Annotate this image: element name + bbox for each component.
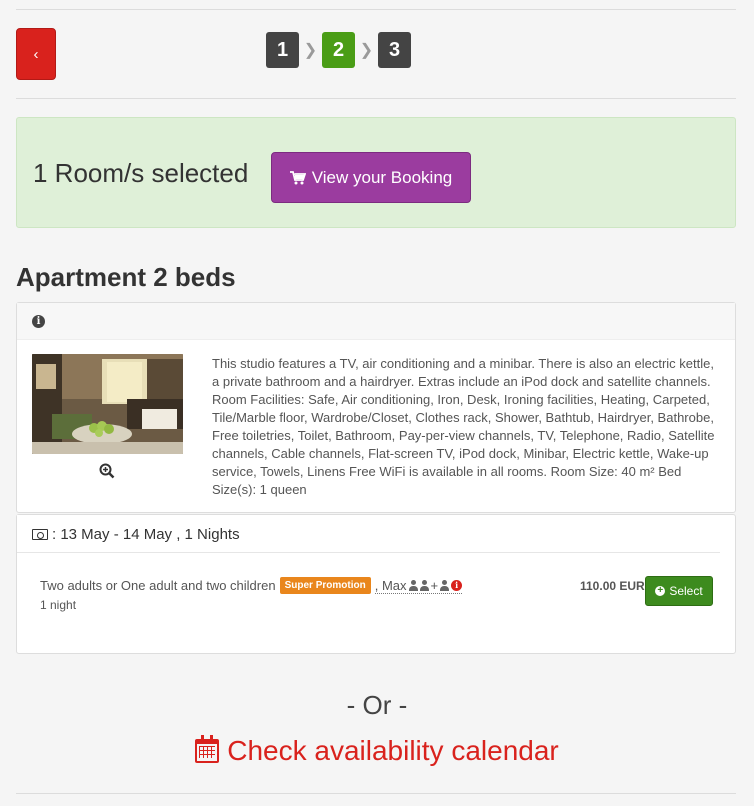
max-label: , Max [374,577,407,593]
bottom-divider [16,793,736,794]
step-2: 2 [322,32,355,68]
view-booking-label: View your Booking [311,167,453,187]
stay-dates-text: : 13 May - 14 May , 1 Nights [52,526,240,543]
room-description: This studio features a TV, air condition… [212,356,715,497]
rate-price: 110.00 EUR [580,579,645,593]
info-icon[interactable]: i [32,315,45,328]
adult-icon [408,579,418,591]
step-3: 3 [378,32,411,68]
view-booking-button[interactable]: View your Booking [271,152,471,203]
cart-icon [289,170,306,184]
top-divider [16,9,736,10]
back-button[interactable]: ‹ [16,28,56,80]
availability-header: : 13 May - 14 May , 1 Nights [17,515,720,553]
rate-row: Two adults or One adult and two children… [40,577,720,612]
promo-badge: Super Promotion [279,577,371,594]
plus-circle-icon: + [655,586,666,596]
chevron-right-icon: ❯ [303,42,318,59]
adult-icon [419,579,429,591]
zoom-in-icon[interactable] [99,463,115,479]
chevron-right-icon: ❯ [359,42,374,59]
plus-text: + [430,577,439,593]
availability-panel: : 13 May - 14 May , 1 Nights Two adults … [16,514,736,654]
stay-dates: : 13 May - 14 May , 1 Nights [32,526,240,543]
or-separator: - Or - [346,690,408,720]
rooms-selected-text: 1 Room/s selected [33,158,249,188]
step-indicator: 1 ❯ 2 ❯ 3 [266,32,411,68]
step-1: 1 [266,32,299,68]
header-divider [16,98,736,99]
info-icon[interactable]: i [451,579,463,591]
child-icon [440,579,450,591]
calendar-icon [195,735,220,763]
room-info-header: i [17,303,735,340]
max-occupancy[interactable]: , Max + i [374,577,463,594]
room-title: Apartment 2 beds [16,262,236,292]
calendar-link-text: Check availability calendar [227,735,559,766]
room-photo[interactable] [32,354,183,454]
room-info-panel: i This studio features a TV, air conditi… [16,302,736,513]
select-label: Select [669,584,703,598]
nights-count: 1 night [40,598,77,612]
availability-calendar-link[interactable]: Check availability calendar [0,735,754,767]
money-icon [32,529,48,540]
booking-alert: 1 Room/s selected View your Booking [16,117,736,228]
select-rate-button[interactable]: + Select [645,576,713,606]
occupancy-text: Two adults or One adult and two children [40,578,276,593]
